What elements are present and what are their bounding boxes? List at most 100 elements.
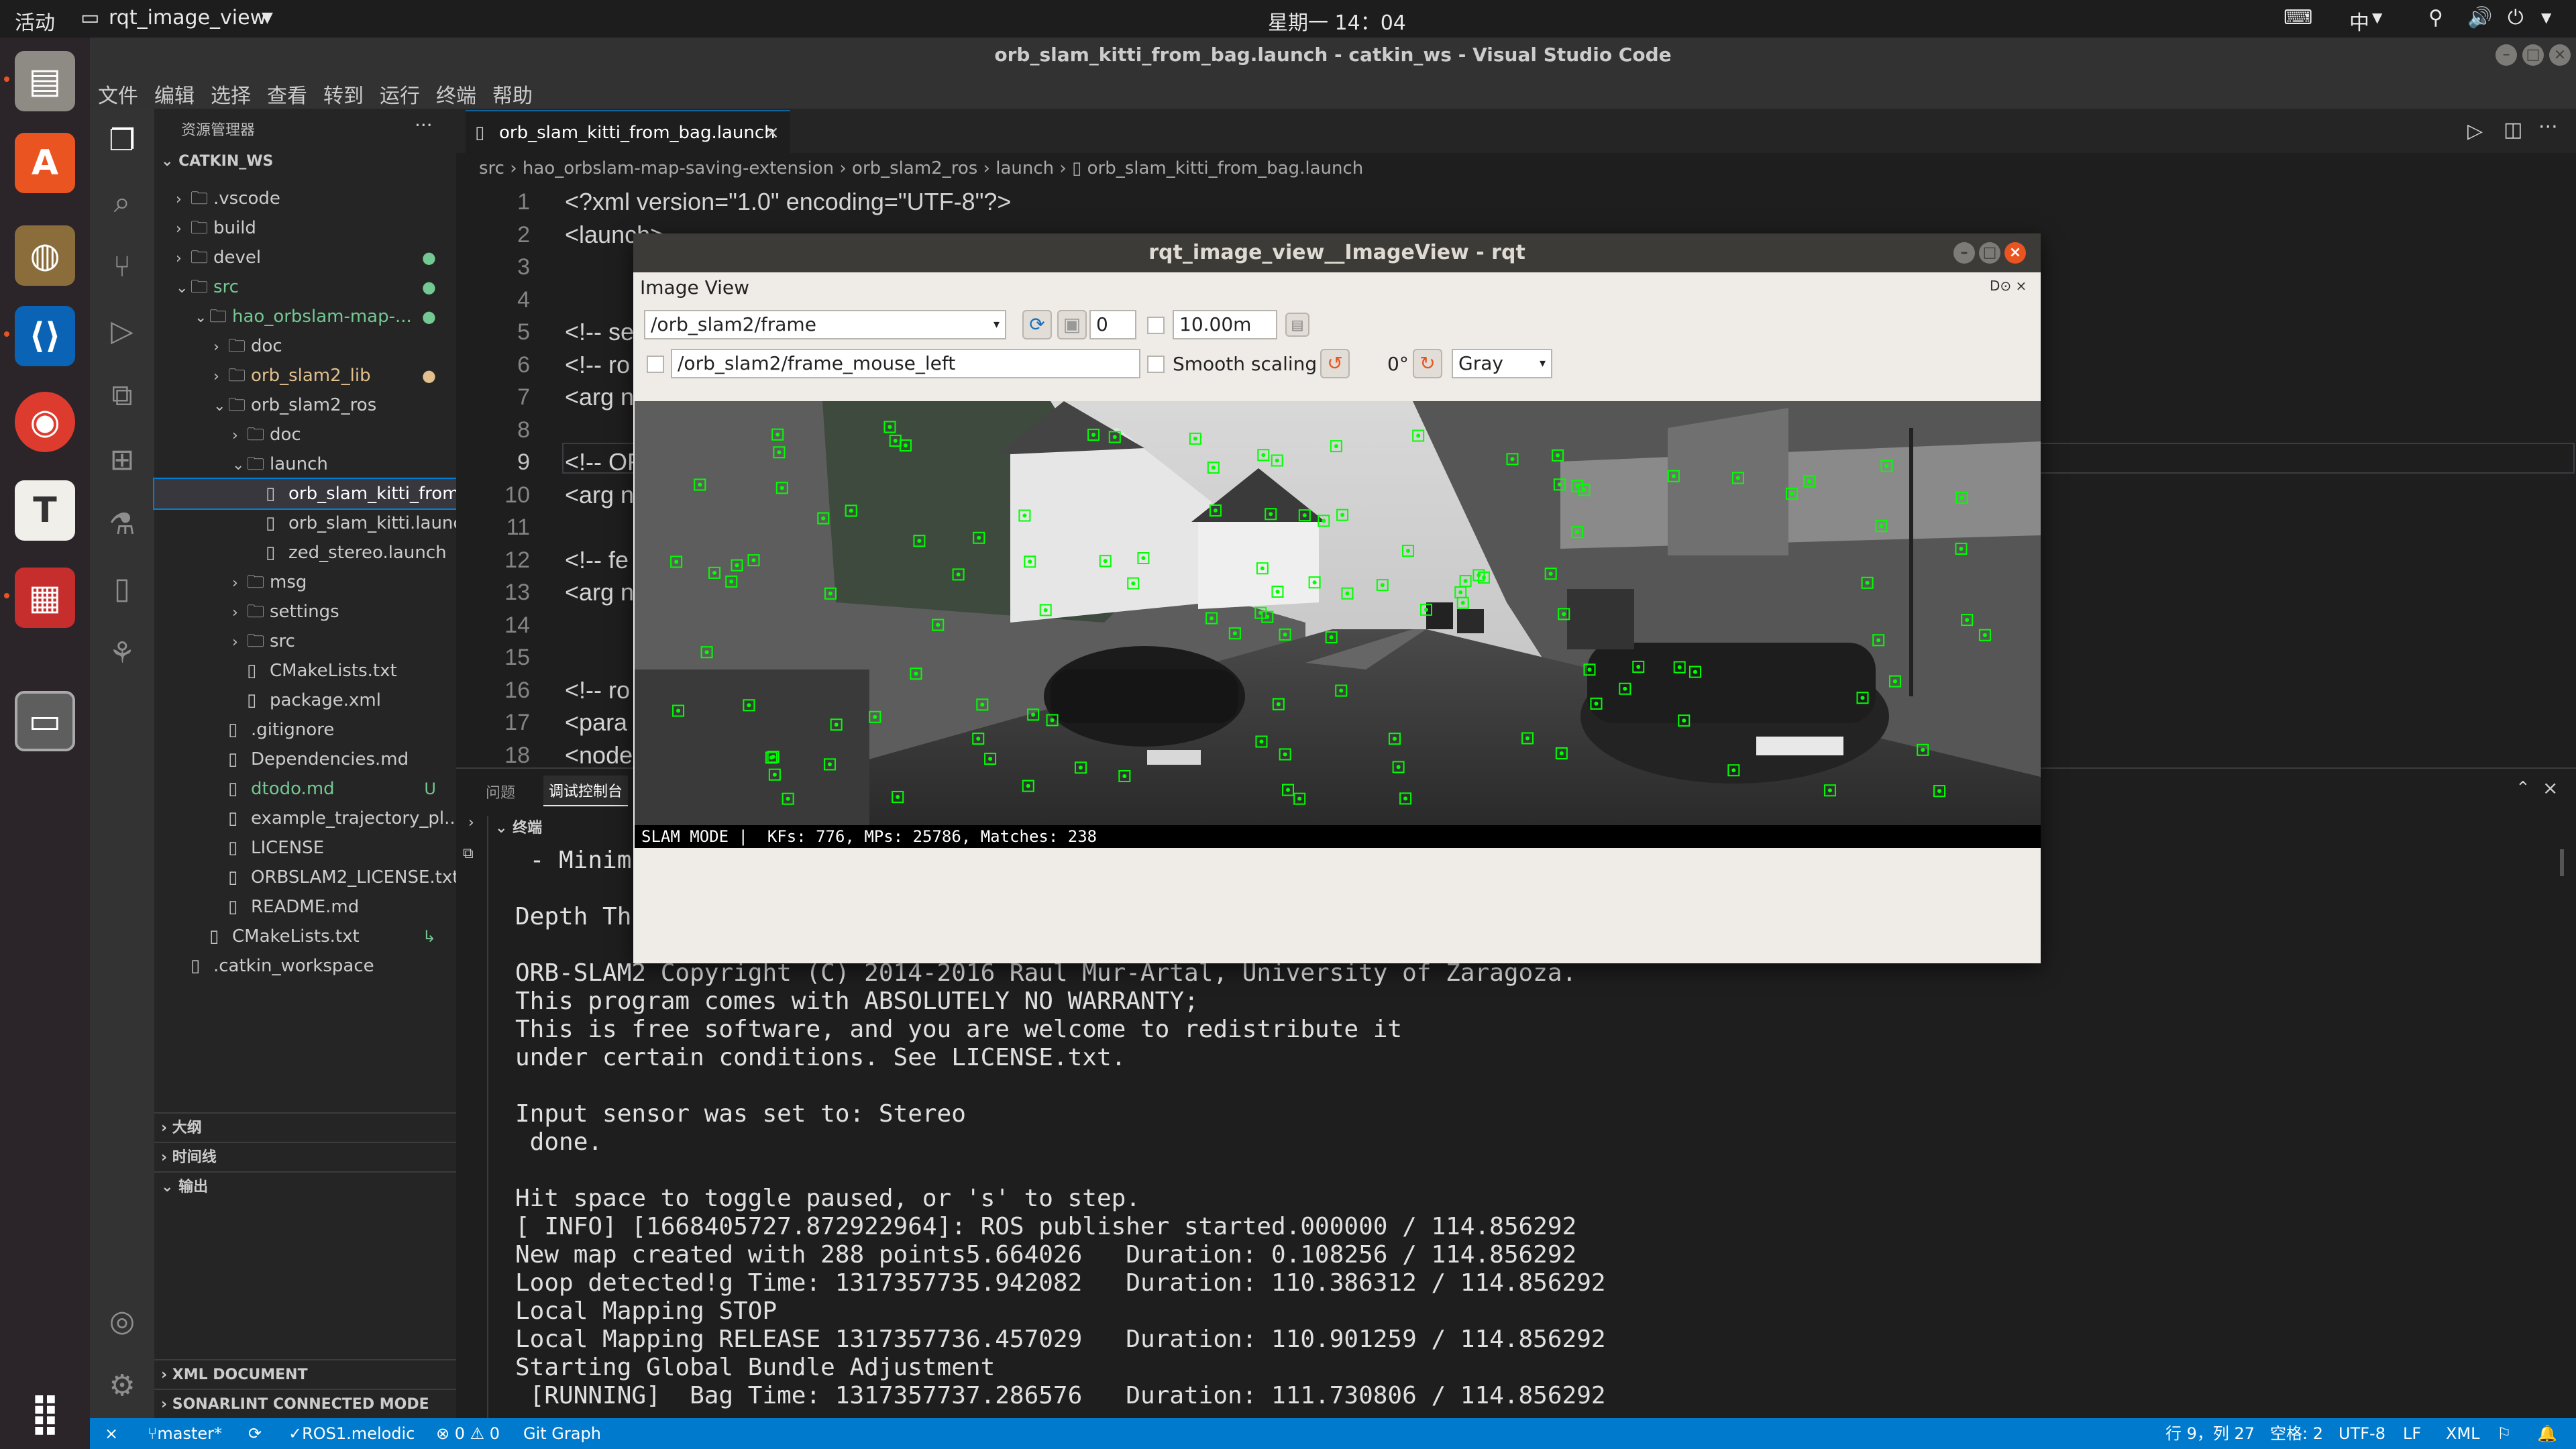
tree-folder[interactable]: › 🗀 .vscode <box>154 184 456 213</box>
tree-folder[interactable]: ⌄ 🗀 hao_orbslam-map-... ● <box>154 302 456 331</box>
feedback-icon[interactable]: ⚐ <box>2497 1418 2512 1449</box>
minimize-icon[interactable]: – <box>2496 44 2517 66</box>
power-icon[interactable]: ⏻ <box>2508 6 2524 30</box>
app-menu[interactable]: rqt_image_view <box>109 6 266 30</box>
run-icon[interactable]: ▷ <box>2467 119 2483 143</box>
menu-selection[interactable]: 选择 <box>211 79 251 109</box>
problems-count[interactable]: ⊗ 0 ⚠ 0 <box>436 1418 500 1449</box>
chrome-icon[interactable]: ◉ <box>15 392 75 452</box>
more-actions-icon[interactable]: ··· <box>2538 115 2558 139</box>
tree-folder[interactable]: ⌄ 🗀 launch <box>154 449 456 479</box>
maximize-icon[interactable]: □ <box>2522 44 2544 66</box>
mouse-publish-checkbox[interactable] <box>647 356 664 373</box>
language-mode[interactable]: XML <box>2446 1418 2480 1449</box>
rqt-window-icon[interactable]: ▭ <box>15 691 75 751</box>
remote-icon[interactable]: ⨯ <box>105 1418 118 1449</box>
section-output[interactable]: ⌄ 输出 <box>154 1171 456 1201</box>
color-scheme-select[interactable]: Gray ▾ <box>1452 349 1552 378</box>
tree-folder[interactable]: › 🗀 doc <box>154 420 456 449</box>
tree-file[interactable]: ▯ orb_slam_kitti_from... <box>153 478 458 510</box>
tree-file[interactable]: ▯ Dependencies.md <box>154 745 456 774</box>
max-range-field[interactable]: 10.00m <box>1173 310 1277 339</box>
search-icon[interactable]: ⌕ <box>103 184 141 221</box>
more-actions-icon[interactable]: ··· <box>415 114 433 136</box>
sync-icon[interactable]: ⟳ <box>248 1418 262 1449</box>
bell-icon[interactable]: 🔔 <box>2537 1418 2557 1449</box>
tree-file[interactable]: ▯ zed_stereo.launch <box>154 538 456 568</box>
section-timeline[interactable]: › 时间线 <box>154 1142 456 1171</box>
volume-icon[interactable]: 🔊 <box>2467 6 2492 30</box>
dynamic-range-icon[interactable]: ▤ <box>1285 313 1309 337</box>
archive-icon[interactable]: ◍ <box>15 225 75 286</box>
files-icon[interactable]: ▤ <box>15 51 75 111</box>
tree-file[interactable]: ▯ CMakeLists.txt ↳ <box>154 922 456 951</box>
tree-file[interactable]: ▯ package.xml <box>154 686 456 715</box>
save-icon[interactable]: ▣ <box>1057 310 1087 339</box>
extensions-icon[interactable]: ⊞ <box>103 441 141 479</box>
close-tab-icon[interactable]: × <box>765 111 780 154</box>
account-icon[interactable]: ◎ <box>103 1303 141 1340</box>
vscode-icon[interactable]: ⟨⟩ <box>15 306 75 366</box>
ros-version[interactable]: ✓ ROS1.melodic <box>288 1418 415 1449</box>
close-icon[interactable]: × <box>2549 44 2571 66</box>
rotate-right-icon[interactable]: ↻ <box>1413 349 1442 378</box>
chevron-down-icon[interactable]: ▼ <box>262 9 273 26</box>
terminal-app-icon[interactable]: ▦ <box>15 568 75 628</box>
tree-folder[interactable]: ⌄ 🗀 orb_slam2_ros <box>154 390 456 420</box>
minimize-icon[interactable]: – <box>1953 242 1975 264</box>
breadcrumb-item[interactable]: launch <box>996 158 1054 178</box>
keyboard-icon[interactable]: ⌨ <box>2284 6 2312 30</box>
explorer-icon[interactable]: ❐ <box>103 122 141 160</box>
menu-view[interactable]: 查看 <box>267 79 307 109</box>
mouse-topic-field[interactable]: /orb_slam2/frame_mouse_left <box>671 349 1140 378</box>
tree-file[interactable]: ▯ ORBSLAM2_LICENSE.txt <box>154 863 456 892</box>
breadcrumb-item[interactable]: orb_slam_kitti_from_bag.launch <box>1087 158 1364 178</box>
chevron-down-icon[interactable]: ▼ <box>2372 9 2382 25</box>
run-debug-icon[interactable]: ▷ <box>103 313 141 350</box>
tree-file[interactable]: ▯ CMakeLists.txt <box>154 656 456 686</box>
source-control-icon[interactable]: ⑂ <box>103 248 141 286</box>
show-apps-icon[interactable]: ⣿ <box>15 1383 75 1444</box>
encoding[interactable]: UTF-8 <box>2339 1418 2385 1449</box>
software-center-icon[interactable]: A <box>15 133 75 193</box>
section-xml-document[interactable]: › XML DOCUMENT <box>154 1359 456 1389</box>
indentation[interactable]: 空格: 2 <box>2270 1418 2323 1449</box>
menu-go[interactable]: 转到 <box>323 79 364 109</box>
menu-help[interactable]: 帮助 <box>492 79 533 109</box>
workspace-root[interactable]: ⌄ CATKIN_WS <box>161 153 273 170</box>
tab-debug-console[interactable]: 调试控制台 <box>543 775 629 806</box>
tree-folder[interactable]: › 🗀 devel ● <box>154 243 456 272</box>
menu-edit[interactable]: 编辑 <box>154 79 195 109</box>
smooth-scaling-checkbox[interactable] <box>1147 356 1165 373</box>
line-ending[interactable]: LF <box>2403 1418 2421 1449</box>
breadcrumb-item[interactable]: src <box>479 158 504 178</box>
settings-gear-icon[interactable]: ⚙ <box>103 1367 141 1405</box>
tree-folder[interactable]: › 🗀 doc <box>154 331 456 361</box>
refresh-icon[interactable]: ⟳ <box>1022 310 1052 339</box>
tree-file[interactable]: ▯ dtodo.md U <box>154 774 456 804</box>
chevron-down-icon[interactable]: ▼ <box>2541 9 2551 25</box>
tree-folder[interactable]: › 🗀 build <box>154 213 456 243</box>
rotate-left-icon[interactable]: ↺ <box>1320 349 1350 378</box>
split-editor-icon[interactable]: ◫ <box>2504 118 2522 142</box>
close-panel-icon[interactable]: × <box>2542 777 2558 799</box>
tree-file[interactable]: ▯ .catkin_workspace <box>154 951 456 981</box>
remote-explorer-icon[interactable]: ⧉ <box>103 377 141 415</box>
topic-select[interactable]: /orb_slam2/frame ▾ <box>644 310 1006 339</box>
chevron-right-icon[interactable]: › <box>468 814 474 831</box>
range-checkbox[interactable] <box>1147 317 1165 334</box>
tree-folder[interactable]: › 🗀 orb_slam2_lib ● <box>154 361 456 390</box>
tree-file[interactable]: ▯ README.md <box>154 892 456 922</box>
close-icon[interactable]: × <box>2004 242 2026 264</box>
typora-icon[interactable]: T <box>15 480 75 541</box>
tree-folder[interactable]: › 🗀 src <box>154 627 456 656</box>
git-branch[interactable]: ⑂ master* <box>148 1418 222 1449</box>
tab-problems[interactable]: 问题 <box>486 781 515 802</box>
clock[interactable]: 星期一 14：04 <box>1268 6 1406 36</box>
git-graph-button[interactable]: Git Graph <box>523 1418 601 1449</box>
tree-file[interactable]: ▯ orb_slam_kitti.launch <box>154 508 456 538</box>
activities-button[interactable]: 活动 <box>15 6 55 36</box>
section-sonarlint[interactable]: › SONARLINT CONNECTED MODE <box>154 1389 456 1418</box>
terminal-header[interactable]: ⌄ 终端 <box>495 816 542 837</box>
tree-file[interactable]: ▯ LICENSE <box>154 833 456 863</box>
